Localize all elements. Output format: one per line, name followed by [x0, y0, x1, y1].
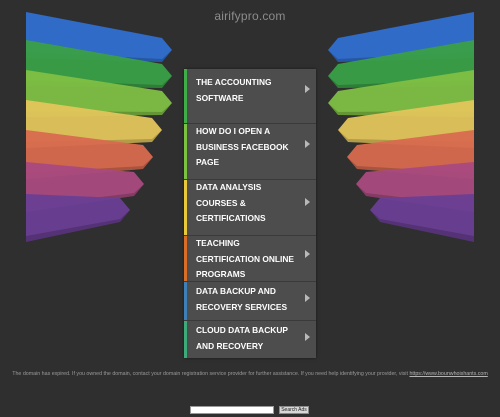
link-label: DATA ANALYSIS COURSES & CERTIFICATIONS — [196, 182, 266, 223]
link-label: THE ACCOUNTING SOFTWARE — [196, 77, 272, 103]
chevron-right-icon — [305, 333, 310, 341]
disclaimer-text: The domain has expired. If you owned the… — [12, 371, 408, 377]
expired-domain-disclaimer: The domain has expired. If you owned the… — [5, 370, 495, 379]
link-accent-bar — [184, 180, 187, 235]
link-label: TEACHING CERTIFICATION ONLINE PROGRAMS — [196, 238, 295, 279]
link-accent-bar — [184, 69, 187, 123]
chevron-right-icon — [305, 140, 310, 148]
registrar-lookup-link[interactable]: https://www.bounwhoishants.com — [409, 371, 487, 377]
related-link-accounting-software[interactable]: THE ACCOUNTING SOFTWARE — [184, 69, 316, 123]
chevron-right-icon — [305, 250, 310, 258]
chevron-right-icon — [305, 198, 310, 206]
link-accent-bar — [184, 282, 187, 320]
search-input[interactable] — [190, 406, 274, 414]
link-accent-bar — [184, 124, 187, 179]
related-link-teaching-certification[interactable]: TEACHING CERTIFICATION ONLINE PROGRAMS — [184, 236, 316, 281]
link-label: DATA BACKUP AND RECOVERY SERVICES — [196, 286, 288, 312]
chevron-right-icon — [305, 85, 310, 93]
related-link-data-backup-services[interactable]: DATA BACKUP AND RECOVERY SERVICES — [184, 282, 316, 320]
related-links-panel: THE ACCOUNTING SOFTWARE HOW DO I OPEN A … — [184, 69, 316, 358]
link-accent-bar — [184, 236, 187, 281]
search-ads-button[interactable]: Search Ads — [279, 406, 309, 414]
related-link-cloud-data-backup[interactable]: CLOUD DATA BACKUP AND RECOVERY — [184, 321, 316, 358]
link-label: CLOUD DATA BACKUP AND RECOVERY — [196, 325, 288, 351]
related-link-facebook-page[interactable]: HOW DO I OPEN A BUSINESS FACEBOOK PAGE — [184, 124, 316, 179]
related-link-data-analysis-courses[interactable]: DATA ANALYSIS COURSES & CERTIFICATIONS — [184, 180, 316, 235]
link-accent-bar — [184, 321, 187, 358]
parked-domain-page: airifypro.com THE ACCOUNTING SOFTWARE HO… — [0, 0, 500, 417]
link-label: HOW DO I OPEN A BUSINESS FACEBOOK PAGE — [196, 126, 289, 167]
chevron-right-icon — [305, 294, 310, 302]
